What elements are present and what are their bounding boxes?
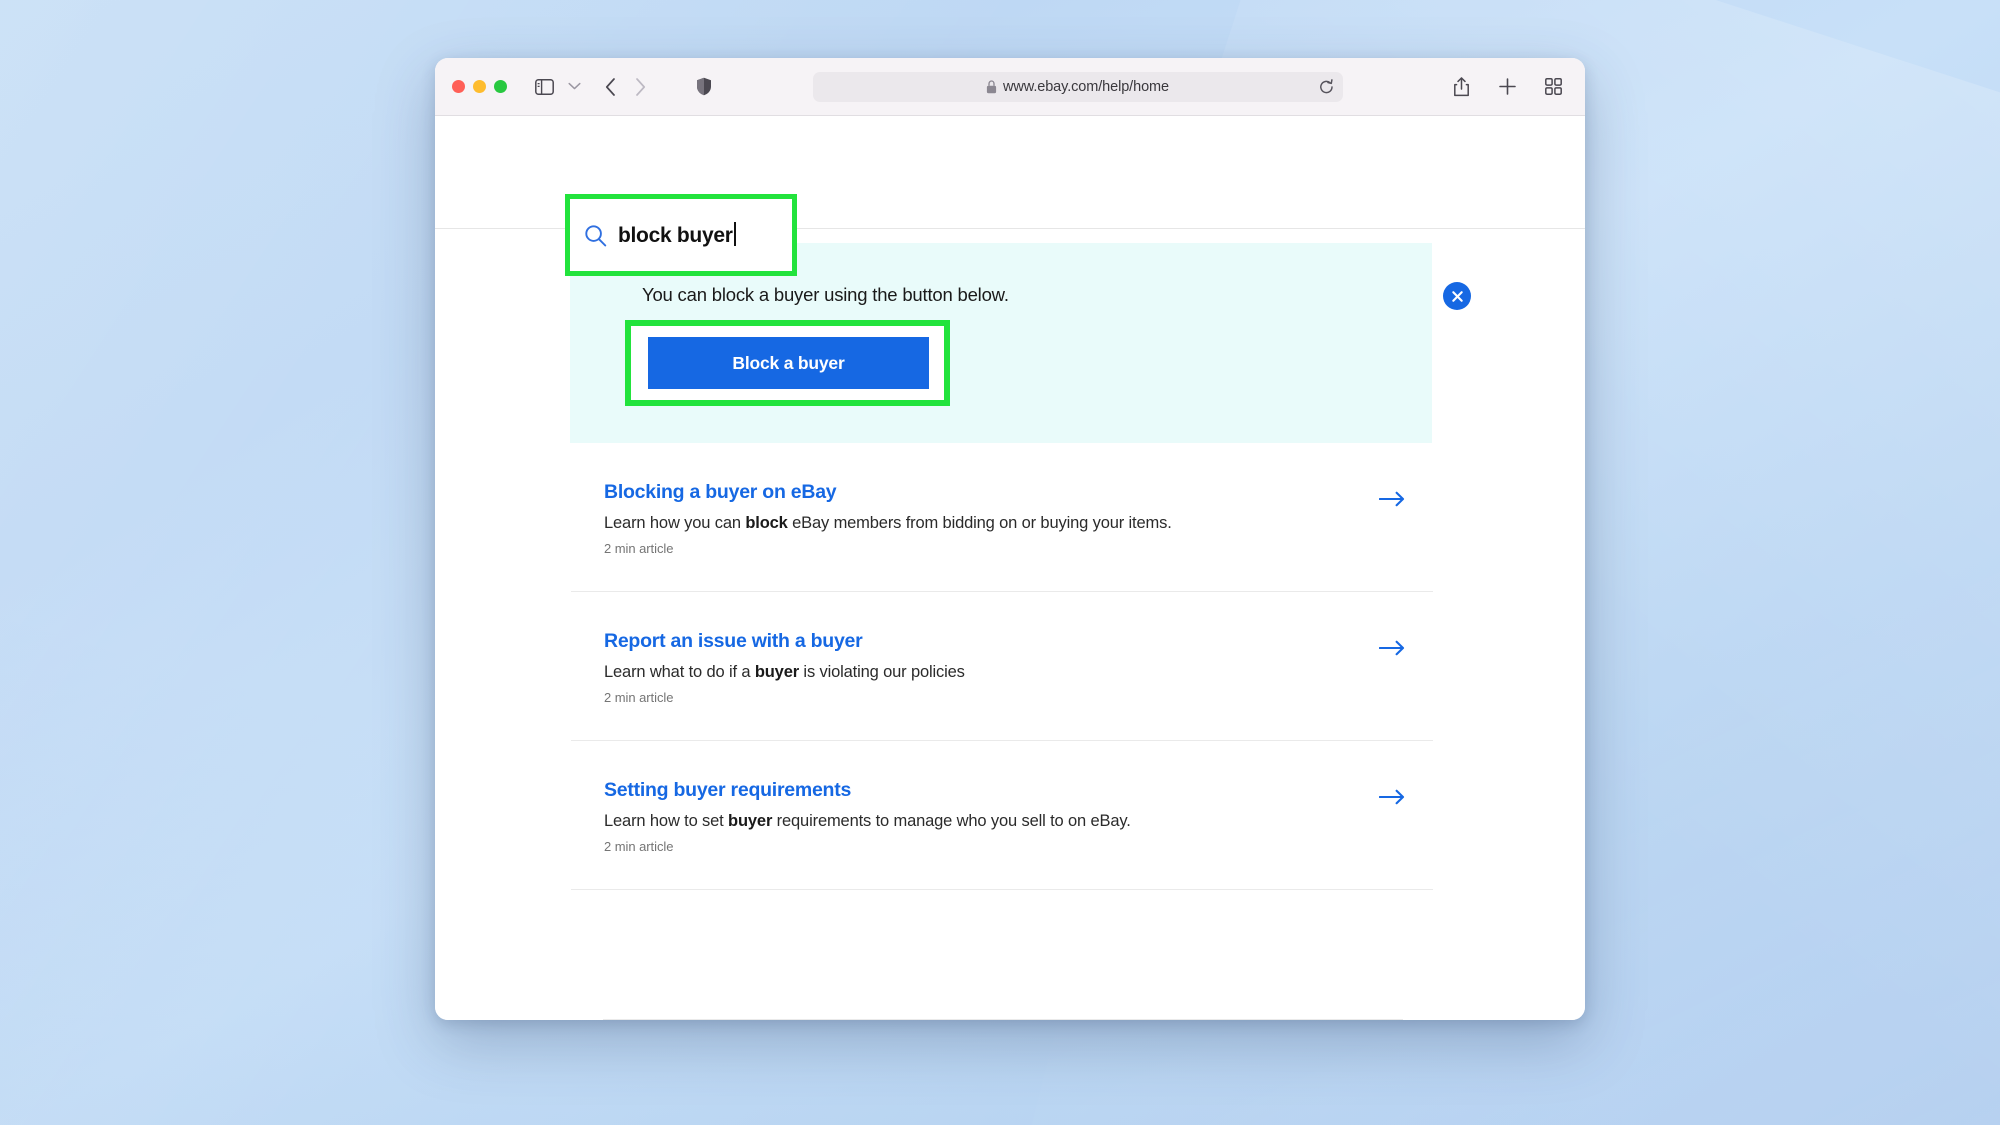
search-results-list: Blocking a buyer on eBay Learn how you c… — [435, 443, 1585, 1020]
search-result-item[interactable]: Blocking a buyer on eBay Learn how you c… — [571, 443, 1433, 592]
result-body: Blocking a buyer on eBay Learn how you c… — [604, 443, 1172, 556]
help-search-header: block buyer — [435, 116, 1585, 229]
search-result-item[interactable]: Setting buyer requirements Learn how to … — [571, 741, 1433, 890]
close-window-button[interactable] — [452, 80, 465, 93]
toolbar-right-actions — [1446, 72, 1568, 102]
search-field-highlight: block buyer — [565, 194, 797, 276]
chevron-down-icon[interactable] — [559, 72, 589, 102]
result-title[interactable]: Setting buyer requirements — [604, 779, 1131, 802]
result-title[interactable]: Blocking a buyer on eBay — [604, 481, 1172, 504]
result-title[interactable]: Report an issue with a buyer — [604, 630, 965, 653]
arrow-right-icon[interactable] — [1379, 592, 1405, 656]
url-bar-container: www.ebay.com/help/home — [719, 72, 1436, 102]
forward-arrow-icon[interactable] — [625, 72, 655, 102]
block-a-buyer-button[interactable]: Block a buyer — [648, 337, 929, 389]
share-icon[interactable] — [1446, 72, 1476, 102]
maximize-window-button[interactable] — [494, 80, 507, 93]
page-content: block buyer You can block a buyer using … — [435, 116, 1585, 1020]
arrow-right-icon[interactable] — [1379, 741, 1405, 805]
result-description: Learn how you can block eBay members fro… — [604, 514, 1172, 533]
text-cursor — [734, 222, 736, 246]
block-buyer-button-highlight: Block a buyer — [625, 320, 950, 406]
search-input-value: block buyer — [618, 222, 736, 248]
minimize-window-button[interactable] — [473, 80, 486, 93]
result-meta: 2 min article — [604, 690, 965, 705]
reload-icon[interactable] — [1319, 79, 1334, 95]
search-input[interactable]: block buyer — [570, 199, 792, 271]
tab-overview-icon[interactable] — [1538, 72, 1568, 102]
arrow-right-icon[interactable] — [1379, 443, 1405, 507]
search-result-item[interactable]: Report an issue with a buyer Learn what … — [571, 592, 1433, 741]
browser-window: www.ebay.com/help/home — [435, 58, 1585, 1020]
address-bar[interactable]: www.ebay.com/help/home — [813, 72, 1343, 102]
banner-text: You can block a buyer using the button b… — [642, 284, 1009, 306]
browser-toolbar: www.ebay.com/help/home — [435, 58, 1585, 116]
desktop-background: www.ebay.com/help/home — [0, 0, 2000, 1125]
result-description: Learn what to do if a buyer is violating… — [604, 663, 965, 682]
close-search-button[interactable] — [1443, 282, 1471, 310]
result-meta: 2 min article — [604, 839, 1131, 854]
search-icon — [584, 224, 607, 247]
list-divider — [603, 1019, 1403, 1020]
result-meta: 2 min article — [604, 541, 1172, 556]
sidebar-toggle-icon[interactable] — [529, 72, 559, 102]
url-content: www.ebay.com/help/home — [986, 79, 1169, 95]
privacy-shield-icon[interactable] — [689, 72, 719, 102]
window-controls — [452, 80, 507, 93]
plus-icon[interactable] — [1492, 72, 1522, 102]
result-description: Learn how to set buyer requirements to m… — [604, 812, 1131, 831]
url-text: www.ebay.com/help/home — [1003, 79, 1169, 95]
lock-icon — [986, 80, 997, 94]
result-body: Setting buyer requirements Learn how to … — [604, 741, 1131, 854]
result-body: Report an issue with a buyer Learn what … — [604, 592, 965, 705]
back-arrow-icon[interactable] — [595, 72, 625, 102]
